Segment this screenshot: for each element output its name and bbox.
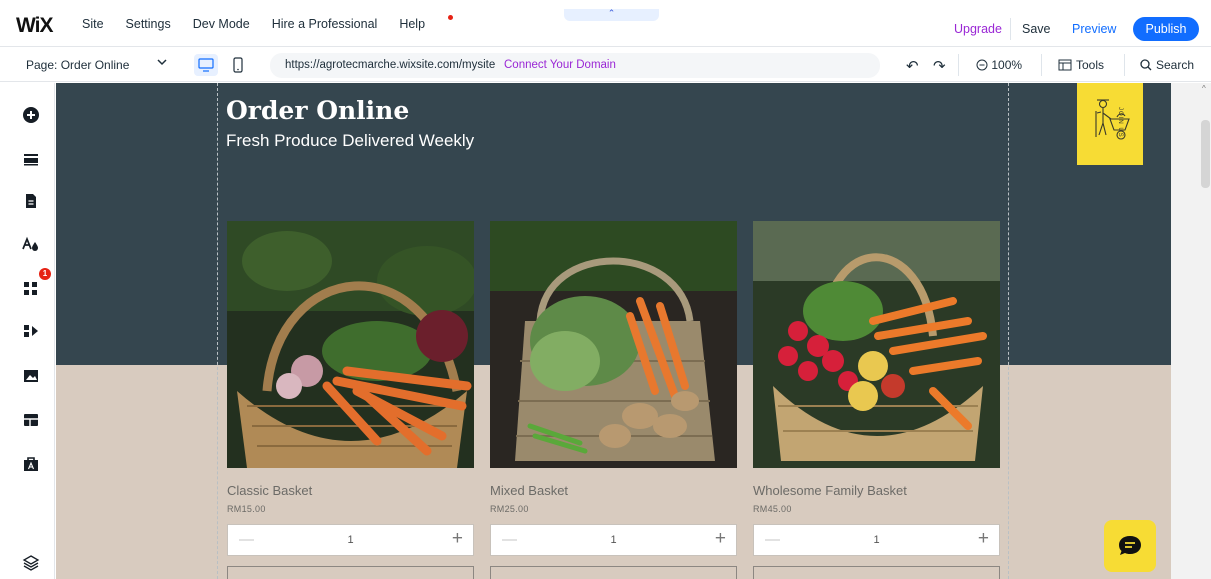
editor-topbar: WiX Site Settings Dev Mode Hire a Profes… [0, 0, 1211, 47]
quantity-value[interactable]: 1 [228, 534, 473, 546]
add-to-cart-button[interactable] [753, 566, 1000, 579]
menu-hire-professional[interactable]: Hire a Professional [272, 17, 378, 31]
add-apps-icon[interactable] [21, 321, 41, 341]
vegetable-basket-image [490, 221, 737, 468]
add-to-cart-button[interactable] [490, 566, 737, 579]
grid-guide-right [1008, 83, 1009, 579]
menu-settings[interactable]: Settings [126, 17, 171, 31]
zoom-out-icon [976, 59, 988, 71]
wix-logo[interactable]: WiX [16, 14, 53, 38]
search-icon [1140, 59, 1152, 71]
product-price: RM25.00 [490, 504, 529, 514]
site-url[interactable]: https://agrotecmarche.wixsite.com/mysite [285, 59, 495, 71]
product-price: RM15.00 [227, 504, 266, 514]
tools-icon [1058, 59, 1072, 71]
increment-button[interactable]: + [452, 528, 463, 550]
pages-icon[interactable] [21, 191, 41, 211]
notification-dot [448, 14, 454, 20]
product-name[interactable]: Classic Basket [227, 483, 474, 498]
divider [1010, 18, 1011, 40]
product-name[interactable]: Mixed Basket [490, 483, 737, 498]
product-name[interactable]: Wholesome Family Basket [753, 483, 1000, 498]
desktop-view-button[interactable] [194, 54, 218, 76]
theme-icon[interactable] [21, 234, 41, 254]
desktop-icon [198, 58, 214, 72]
sections-icon[interactable] [21, 149, 41, 169]
product-image-classic-basket[interactable] [227, 221, 474, 468]
quantity-stepper[interactable]: — 1 + [753, 524, 1000, 556]
apps-icon[interactable] [21, 279, 41, 299]
product-image-wholesome-family-basket[interactable] [753, 221, 1000, 468]
scroll-up-icon[interactable]: ^ [1202, 84, 1206, 93]
preview-button[interactable]: Preview [1072, 22, 1116, 36]
upgrade-link[interactable]: Upgrade [954, 22, 1002, 36]
grid-guide-left [217, 83, 218, 579]
increment-button[interactable]: + [978, 528, 989, 550]
vegetable-basket-image [227, 221, 474, 468]
redo-icon[interactable]: ↷ [933, 57, 946, 75]
vegetable-basket-image [753, 221, 1000, 468]
cms-icon[interactable] [21, 410, 41, 430]
layers-icon[interactable] [21, 553, 41, 573]
product-card[interactable]: Wholesome Family Basket RM45.00 — 1 + [753, 221, 1000, 579]
increment-button[interactable]: + [715, 528, 726, 550]
join-us-badge[interactable]: JOIN US [1077, 83, 1143, 165]
zoom-level: 100% [991, 58, 1023, 72]
page-selector[interactable]: Page: Order Online [26, 58, 129, 72]
join-us-label: JOIN US [1117, 107, 1123, 138]
chat-button[interactable] [1104, 520, 1156, 572]
divider [1124, 54, 1125, 76]
search-label: Search [1156, 58, 1195, 72]
product-price: RM45.00 [753, 504, 792, 514]
page-heading[interactable]: Order Online [226, 96, 409, 125]
undo-icon[interactable]: ↶ [906, 57, 919, 75]
page-subheading[interactable]: Fresh Produce Delivered Weekly [226, 131, 474, 151]
farmer-wheelbarrow-icon [1095, 99, 1130, 140]
divider [1041, 54, 1042, 76]
apps-notification-badge: 1 [39, 268, 51, 280]
chevron-down-icon[interactable] [157, 57, 167, 67]
quantity-value[interactable]: 1 [491, 534, 736, 546]
menu-dev-mode[interactable]: Dev Mode [193, 17, 250, 31]
quantity-value[interactable]: 1 [754, 534, 999, 546]
chat-icon [1119, 536, 1141, 555]
tools-button[interactable]: Tools [1058, 58, 1104, 72]
add-to-cart-button[interactable] [227, 566, 474, 579]
editor-toolbar: Page: Order Online https://agrotecmarche… [0, 48, 1211, 82]
left-sidebar: 1 [0, 83, 55, 579]
site-canvas[interactable]: Order Online Fresh Produce Delivered Wee… [56, 83, 1171, 579]
media-icon[interactable] [21, 366, 41, 386]
product-card[interactable]: Mixed Basket RM25.00 — 1 + [490, 221, 737, 579]
quantity-stepper[interactable]: — 1 + [490, 524, 737, 556]
product-card[interactable]: Classic Basket RM15.00 — 1 + [227, 221, 474, 579]
top-menu: Site Settings Dev Mode Hire a Profession… [82, 0, 469, 47]
zoom-control[interactable]: 100% [976, 58, 1022, 72]
tools-label: Tools [1076, 58, 1105, 72]
menu-help-label: Help [399, 16, 426, 31]
mobile-view-icon[interactable] [232, 56, 244, 74]
product-image-mixed-basket[interactable] [490, 221, 737, 468]
menu-site[interactable]: Site [82, 17, 104, 31]
menu-help[interactable]: Help [399, 14, 454, 31]
search-button[interactable]: Search [1140, 58, 1194, 72]
portfolio-icon[interactable] [21, 454, 41, 474]
publish-button[interactable]: Publish [1133, 17, 1199, 41]
add-icon[interactable] [21, 105, 41, 125]
connect-domain-link[interactable]: Connect Your Domain [504, 59, 616, 71]
save-button[interactable]: Save [1022, 22, 1051, 36]
collapse-topbar-tab[interactable]: ⌃ [564, 9, 659, 21]
canvas-scrollbar[interactable] [1201, 120, 1210, 188]
divider [958, 54, 959, 76]
quantity-stepper[interactable]: — 1 + [227, 524, 474, 556]
